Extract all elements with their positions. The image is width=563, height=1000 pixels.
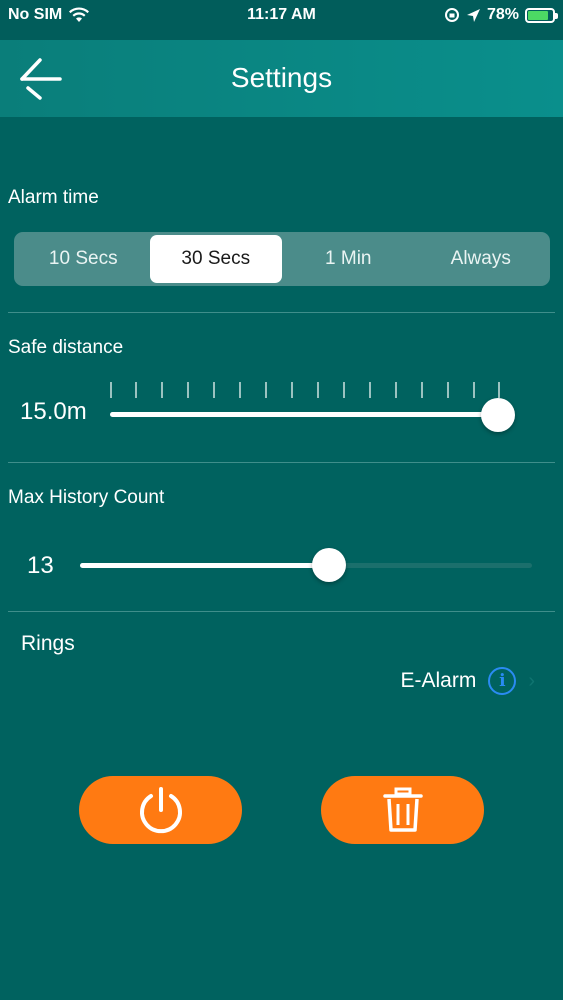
- location-arrow-icon: [466, 8, 480, 22]
- ring-selector[interactable]: E-Alarm i ›: [400, 667, 535, 695]
- info-icon[interactable]: i: [488, 667, 517, 695]
- status-bar: No SIM 11:17 AM 78%: [0, 0, 563, 40]
- battery-fill: [528, 10, 549, 20]
- alarm-option-1-min[interactable]: 1 Min: [282, 235, 415, 283]
- divider: [8, 611, 555, 612]
- divider: [8, 312, 555, 313]
- alarm-option-always[interactable]: Always: [415, 235, 548, 283]
- power-button[interactable]: [79, 776, 242, 844]
- distance-slider-ticks: [110, 382, 500, 398]
- rotation-lock-icon: [444, 8, 459, 22]
- ring-selected-value: E-Alarm: [400, 669, 477, 692]
- chevron-right-icon: ›: [528, 669, 535, 692]
- battery-icon: [525, 7, 558, 23]
- max-history-value: 13: [27, 552, 54, 579]
- trash-icon: [382, 787, 423, 832]
- battery-percent: 78%: [486, 6, 519, 23]
- safe-distance-label: Safe distance: [8, 337, 124, 358]
- alarm-time-label: Alarm time: [8, 187, 99, 208]
- alarm-option-30-secs[interactable]: 30 Secs: [149, 235, 282, 283]
- distance-slider-thumb[interactable]: [481, 398, 515, 432]
- max-history-label: Max History Count: [8, 487, 165, 508]
- power-icon: [139, 787, 182, 834]
- history-slider-fill: [80, 563, 329, 568]
- page-title: Settings: [230, 62, 333, 93]
- history-slider-thumb[interactable]: [311, 548, 346, 582]
- safe-distance-value: 15.0m: [20, 398, 87, 425]
- distance-slider-fill: [110, 412, 498, 417]
- delete-button[interactable]: [321, 776, 484, 844]
- alarm-option-10-secs[interactable]: 10 Secs: [17, 235, 150, 283]
- rings-label: Rings: [21, 632, 75, 655]
- alarm-time-segmented-control: 10 Secs 30 Secs 1 Min Always: [14, 232, 550, 286]
- nav-bar: Settings: [0, 40, 563, 117]
- divider: [8, 462, 555, 463]
